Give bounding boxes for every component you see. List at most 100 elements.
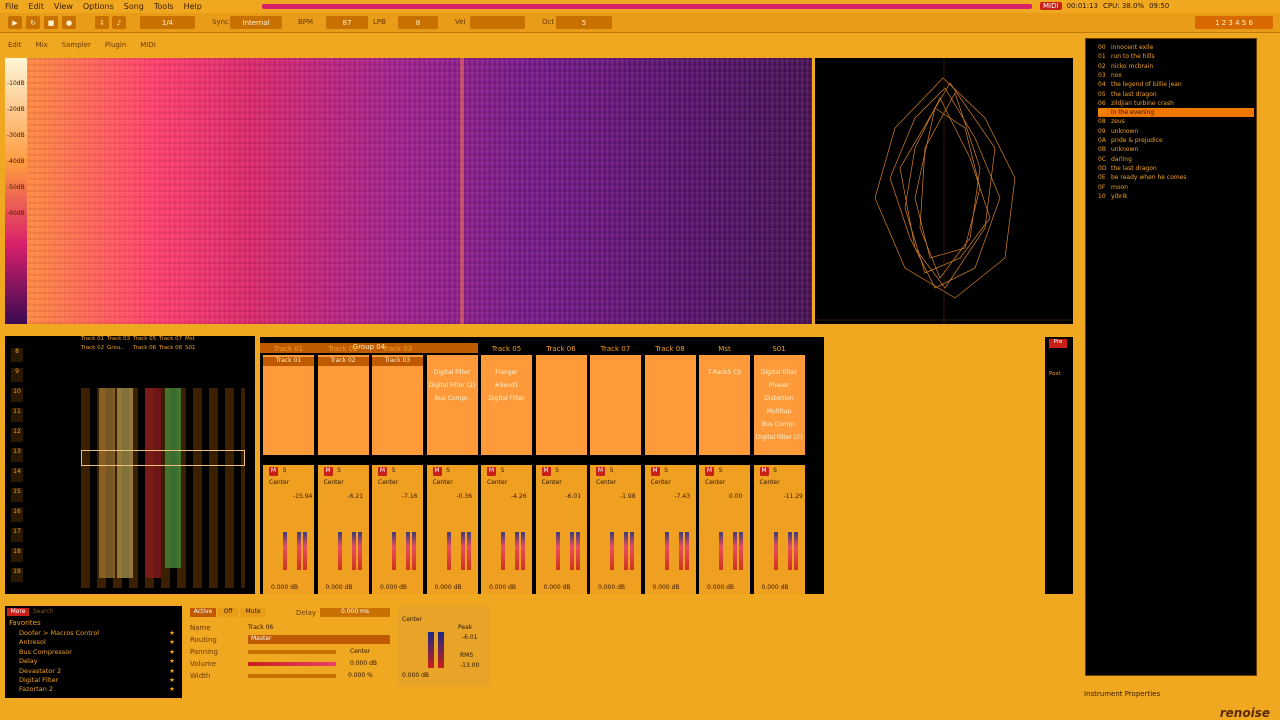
search-input[interactable]: Search — [33, 608, 54, 615]
menu-edit[interactable]: Edit — [23, 2, 49, 11]
mute-button[interactable]: Mute — [240, 608, 266, 617]
instrument-properties-label[interactable]: Instrument Properties — [1084, 690, 1160, 698]
sequence-row[interactable]: 16 — [11, 508, 23, 522]
channel-header[interactable]: Mst — [698, 345, 751, 355]
volume-db[interactable]: 0.000 dB — [762, 584, 789, 591]
sequence-row[interactable]: 9 — [11, 368, 23, 382]
volume-db[interactable]: 0.000 dB — [544, 584, 571, 591]
star-icon[interactable]: ★ — [169, 629, 175, 637]
volume-db[interactable]: 0.000 dB — [707, 584, 734, 591]
pattern-track-header[interactable]: Track 05 — [133, 336, 156, 342]
velocity-value[interactable] — [470, 16, 525, 29]
favorite-item[interactable]: Fazortan 2 ★ — [19, 685, 179, 693]
matrix-block[interactable] — [165, 388, 181, 568]
instrument-item[interactable]: 02 nicko mcbrain — [1098, 62, 1254, 71]
sequence-row[interactable]: 8 — [11, 348, 23, 362]
instrument-item[interactable]: 01 run to the hills — [1098, 52, 1254, 61]
panning-slider[interactable] — [248, 650, 336, 654]
channel-header[interactable]: Track 07 — [589, 345, 642, 355]
instrument-item[interactable]: 00 innocent exile — [1098, 43, 1254, 52]
instrument-item[interactable]: 0A pride & prejudice — [1098, 136, 1254, 145]
solo-button[interactable]: S — [389, 467, 398, 476]
instrument-item[interactable]: 10 yibrik — [1098, 192, 1254, 201]
instrument-item[interactable]: 0E be ready when he comes — [1098, 173, 1254, 182]
step-length[interactable]: 1/4 — [140, 16, 195, 29]
volume-db[interactable]: 0.000 dB — [598, 584, 625, 591]
solo-button[interactable]: S — [280, 467, 289, 476]
effect-slot[interactable]: Digital Filter — [483, 395, 530, 404]
mute-button[interactable]: M — [432, 467, 442, 476]
volume-db[interactable]: 0.000 dB — [653, 584, 680, 591]
effect-slot[interactable]: Digital Filter (2) — [756, 434, 803, 443]
pattern-track-header[interactable]: Mst — [185, 336, 195, 342]
tab-sampler[interactable]: Sampler — [62, 41, 91, 49]
width-slider[interactable] — [248, 674, 336, 678]
instrument-item[interactable]: 08 zeus — [1098, 117, 1254, 126]
octave-value[interactable]: 5 — [556, 16, 612, 29]
star-icon[interactable]: ★ — [169, 667, 175, 675]
lpb-value[interactable]: 8 — [398, 16, 438, 29]
matrix-block[interactable] — [117, 388, 133, 578]
mute-button[interactable]: M — [650, 467, 660, 476]
solo-button[interactable]: S — [716, 467, 725, 476]
menu-song[interactable]: Song — [119, 2, 149, 11]
more-button[interactable]: More — [7, 608, 29, 616]
routing-select[interactable]: Master — [248, 635, 390, 644]
mute-button[interactable]: M — [378, 467, 387, 476]
solo-button[interactable]: S — [661, 467, 671, 476]
mute-button[interactable]: M — [269, 467, 278, 476]
instrument-item[interactable]: 06 zildjian turbine crash — [1098, 99, 1254, 108]
star-icon[interactable]: ★ — [169, 676, 175, 684]
effect-slot[interactable]: Distortion — [756, 395, 803, 404]
sequence-row[interactable]: 12 — [11, 428, 23, 442]
effect-slot[interactable]: Multitap — [756, 408, 803, 417]
effect-slot[interactable]: Digital Filter — [429, 369, 476, 378]
off-button[interactable]: Off — [218, 608, 238, 617]
matrix-block[interactable] — [99, 388, 115, 578]
instrument-item[interactable]: 03 nox — [1098, 71, 1254, 80]
star-icon[interactable]: ★ — [169, 648, 175, 656]
pattern-matrix-grid[interactable] — [81, 388, 245, 588]
favorite-item[interactable]: Devastator 2 ★ — [19, 667, 179, 675]
pattern-track-header[interactable]: Track 01 — [81, 336, 104, 342]
bpm-value[interactable]: 87 — [326, 16, 368, 29]
song-position-bar[interactable] — [262, 4, 1032, 9]
volume-db[interactable]: 0.000 dB — [271, 584, 298, 591]
favorite-item[interactable]: Bus Compressor ★ — [19, 648, 179, 656]
mute-button[interactable]: M — [705, 467, 714, 476]
channel-header[interactable]: Track 01 — [262, 345, 315, 355]
menu-options[interactable]: Options — [78, 2, 119, 11]
instrument-item[interactable]: 0C darling — [1098, 155, 1254, 164]
instrument-item[interactable]: 05 the last dragon — [1098, 90, 1254, 99]
channel-header[interactable]: Track 03 — [371, 345, 424, 355]
pattern-track-header[interactable]: Track 02 — [81, 345, 104, 351]
volume-db[interactable]: 0.000 dB — [326, 584, 353, 591]
solo-button[interactable]: S — [334, 467, 344, 476]
favorite-item[interactable]: Digital Filter ★ — [19, 676, 179, 684]
sequence-row[interactable]: 18 — [11, 548, 23, 562]
star-icon[interactable]: ★ — [169, 657, 175, 665]
effect-slot[interactable]: Bus Compr. — [756, 421, 803, 430]
tab-edit[interactable]: Edit — [8, 41, 22, 49]
favorites-folder[interactable]: Favorites — [9, 619, 41, 627]
solo-button[interactable]: S — [607, 467, 616, 476]
solo-button[interactable]: S — [552, 467, 562, 476]
volume-db[interactable]: 0.000 dB — [380, 584, 407, 591]
channel-header[interactable]: Track 08 — [644, 345, 697, 355]
menu-help[interactable]: Help — [179, 2, 207, 11]
menu-file[interactable]: File — [0, 2, 23, 11]
pattern-track-header[interactable]: Track 08 — [159, 345, 182, 351]
channel-header[interactable]: Track 02 — [317, 345, 370, 355]
volume-db[interactable]: 0.000 dB — [435, 584, 462, 591]
instrument-item[interactable]: 0F moon — [1098, 183, 1254, 192]
matrix-block[interactable] — [145, 388, 161, 578]
solo-button[interactable]: S — [770, 467, 780, 476]
tab-plugin[interactable]: Plugin — [105, 41, 126, 49]
favorite-item[interactable]: Antresol ★ — [19, 638, 179, 646]
channel-header[interactable]: S01 — [753, 345, 806, 355]
sequence-row[interactable]: 14 — [11, 468, 23, 482]
pattern-track-header[interactable]: Grou.. — [107, 345, 124, 351]
effect-slot[interactable]: #Send1 — [483, 382, 530, 391]
tab-mix[interactable]: Mix — [36, 41, 48, 49]
sequence-row[interactable]: 10 — [11, 388, 23, 402]
